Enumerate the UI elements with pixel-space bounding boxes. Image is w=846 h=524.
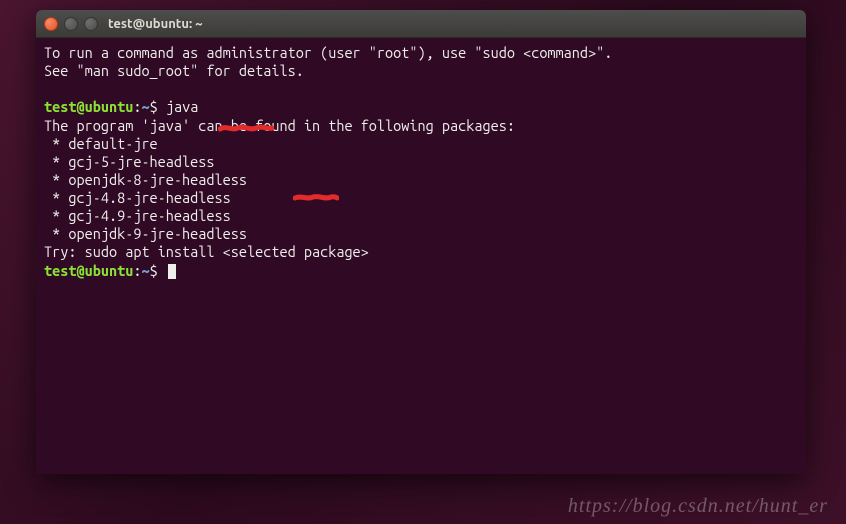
package-item: * gcj-4.8-jre-headless bbox=[44, 189, 231, 206]
prompt-dollar: $ bbox=[150, 98, 158, 115]
watermark: https://blog.csdn.net/hunt_er bbox=[568, 495, 828, 518]
package-item: * gcj-4.9-jre-headless bbox=[44, 207, 231, 224]
package-item: * openjdk-8-jre-headless bbox=[44, 171, 247, 188]
package-item: * default-jre bbox=[44, 135, 158, 152]
intro-text-1: To run a command as administrator (user … bbox=[44, 44, 612, 61]
package-item: * openjdk-9-jre-headless bbox=[44, 225, 247, 242]
prompt-dollar: $ bbox=[150, 262, 158, 279]
minimize-button[interactable] bbox=[64, 17, 78, 31]
prompt-path: ~ bbox=[141, 262, 149, 279]
package-item: * gcj-5-jre-headless bbox=[44, 153, 215, 170]
output-try: Try: sudo apt install <selected package> bbox=[44, 243, 369, 260]
command-text: java bbox=[166, 98, 198, 115]
prompt-path: ~ bbox=[141, 98, 149, 115]
cursor bbox=[168, 264, 176, 279]
prompt-user: test@ubuntu bbox=[44, 262, 133, 279]
terminal-window: test@ubuntu: ~ To run a command as admin… bbox=[36, 10, 806, 474]
close-button[interactable] bbox=[44, 17, 58, 31]
window-controls bbox=[44, 17, 98, 31]
output-header: The program 'java' can be found in the f… bbox=[44, 117, 515, 134]
terminal-body[interactable]: To run a command as administrator (user … bbox=[36, 38, 806, 286]
prompt-user: test@ubuntu bbox=[44, 98, 133, 115]
maximize-button[interactable] bbox=[84, 17, 98, 31]
titlebar[interactable]: test@ubuntu: ~ bbox=[36, 10, 806, 38]
window-title: test@ubuntu: ~ bbox=[108, 17, 203, 31]
intro-text-2: See "man sudo_root" for details. bbox=[44, 62, 304, 79]
